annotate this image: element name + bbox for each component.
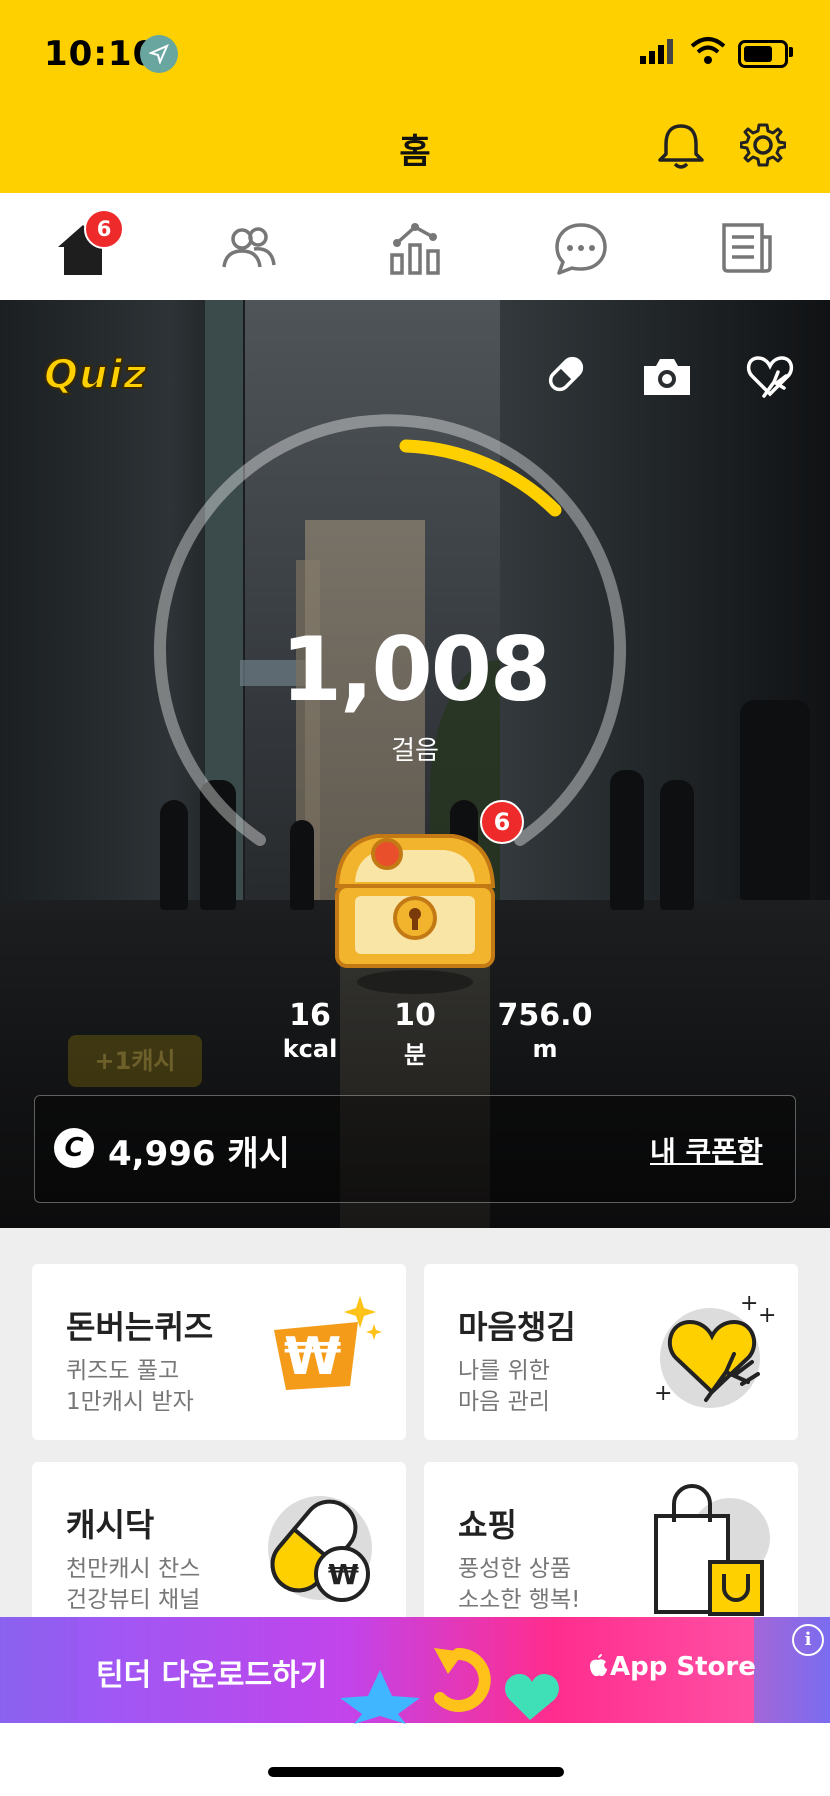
gear-icon[interactable] [740, 122, 786, 168]
svg-text:₩: ₩ [328, 1558, 359, 1591]
stat-unit: kcal [282, 1035, 338, 1063]
card-sub-line: 퀴즈도 풀고 [66, 1358, 180, 1384]
svg-text:+: + [654, 1381, 672, 1406]
step-label: 걸음 [391, 736, 439, 766]
news-icon [722, 223, 772, 273]
card-sub-line: 건강뷰티 채널 [66, 1587, 201, 1613]
card-title: 캐시닥 [66, 1506, 155, 1544]
stat-value: 16 [289, 998, 331, 1033]
card-sub-line: 마음 관리 [458, 1389, 550, 1415]
tab-bar: 6 [0, 193, 830, 301]
chart-icon [390, 223, 440, 275]
stat-distance: 756.0 m [485, 998, 605, 1063]
tab-home[interactable]: 6 [48, 209, 124, 283]
location-icon [140, 35, 178, 73]
signal-icon [640, 39, 673, 64]
ad-text: 틴더 다운로드하기 [96, 1658, 328, 1693]
battery-icon [738, 40, 788, 68]
chest-badge: 6 [480, 800, 524, 844]
card-subtitle: 퀴즈도 풀고 1만캐시 받자 [66, 1356, 194, 1418]
svg-text:₩: ₩ [284, 1327, 341, 1387]
camera-icon[interactable] [640, 356, 694, 398]
card-subtitle: 풍성한 상품 소소한 행복! [458, 1554, 580, 1616]
card-sub-line: 소소한 행복! [458, 1587, 581, 1613]
cash-coin-icon: C [54, 1128, 94, 1168]
quiz-button[interactable]: Quiz [43, 351, 147, 399]
card-title: 마음챙김 [458, 1308, 576, 1346]
ad-decoration [340, 1647, 559, 1724]
apple-icon [588, 1652, 608, 1682]
card-shopping[interactable]: 쇼핑 풍성한 상품 소소한 행복! [424, 1462, 798, 1638]
card-title: 돈버는퀴즈 [66, 1308, 214, 1346]
chat-icon [555, 223, 607, 275]
friends-icon [222, 227, 276, 268]
step-count: 1,008 [280, 618, 551, 721]
card-title: 쇼핑 [458, 1506, 517, 1544]
card-subtitle: 나를 위한 마음 관리 [458, 1356, 550, 1418]
bonus-cash-label: +1캐시 [68, 1035, 202, 1087]
card-sub-line: 풍성한 상품 [458, 1556, 572, 1582]
heart-hand-icon[interactable] [744, 352, 796, 400]
tab-stats[interactable] [380, 213, 450, 283]
app-store-label: App Store [610, 1652, 756, 1682]
treasure-chest-icon[interactable] [325, 820, 505, 998]
bell-icon[interactable] [656, 120, 706, 172]
stat-minutes: 10 분 [355, 998, 475, 1070]
card-sub-line: 나를 위한 [458, 1358, 550, 1384]
my-coupons-link[interactable]: 내 쿠폰함 [650, 1130, 763, 1170]
won-sparkle-icon: ₩ [274, 1296, 382, 1390]
card-sub-line: 천만캐시 찬스 [66, 1556, 201, 1582]
tab-chat[interactable] [546, 213, 616, 283]
stat-unit: 분 [403, 1041, 427, 1069]
ad-info-icon[interactable]: i [792, 1624, 824, 1656]
card-money-quiz[interactable]: 돈버는퀴즈 퀴즈도 풀고 1만캐시 받자 ₩ [32, 1264, 406, 1440]
svg-text:+: + [740, 1291, 758, 1316]
heart-hand-icon: + + + [654, 1291, 776, 1408]
pill-coin-icon: ₩ [268, 1496, 372, 1602]
battery-nub [789, 47, 793, 57]
pill-icon[interactable] [544, 352, 588, 396]
card-subtitle: 천만캐시 찬스 건강뷰티 채널 [66, 1554, 200, 1616]
wifi-icon [690, 37, 726, 64]
home-badge: 6 [84, 209, 124, 249]
stat-value: 756.0 [497, 998, 593, 1033]
shopping-bag-icon [654, 1484, 770, 1616]
stat-value: 10 [394, 998, 436, 1033]
home-indicator [268, 1767, 564, 1777]
tab-news[interactable] [712, 213, 782, 283]
cash-amount: 4,996 캐시 [108, 1134, 290, 1174]
svg-text:+: + [758, 1303, 776, 1328]
stat-unit: m [532, 1035, 558, 1063]
tab-friends[interactable] [214, 213, 284, 283]
card-mindfulness[interactable]: 마음챙김 나를 위한 마음 관리 + + + [424, 1264, 798, 1440]
card-sub-line: 1만캐시 받자 [66, 1389, 194, 1415]
card-cashdoc[interactable]: 캐시닥 천만캐시 찬스 건강뷰티 채널 ₩ [32, 1462, 406, 1638]
stat-calories: 16 kcal [250, 998, 370, 1063]
